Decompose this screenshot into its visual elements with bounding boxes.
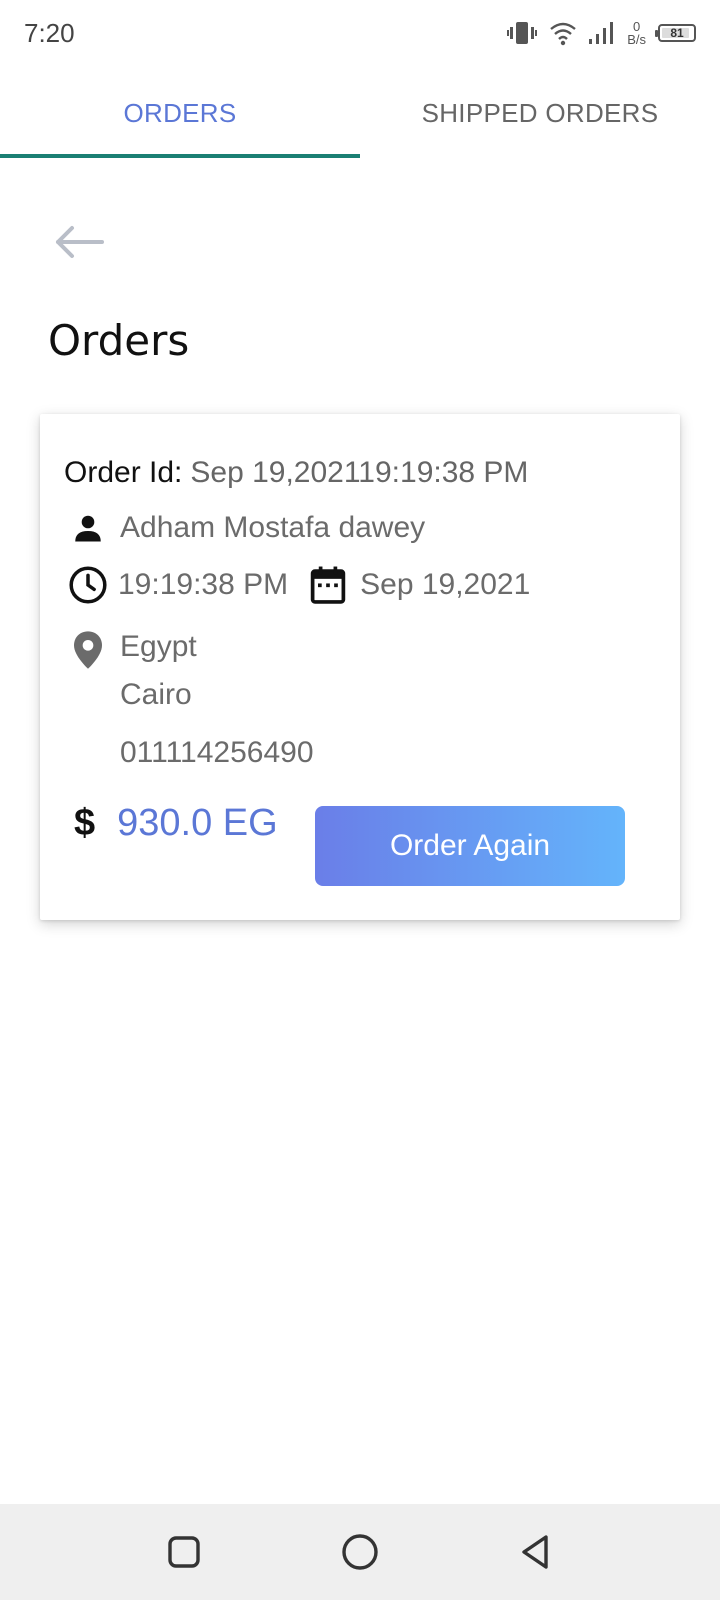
calendar-icon [308,565,348,605]
status-icons: 0 B/s 81 [507,16,696,50]
status-bar: 7:20 0 B/s 81 [0,0,720,66]
system-back-button[interactable] [516,1532,556,1572]
arrow-left-icon [56,226,104,258]
clock-icon [66,564,110,606]
location-row: Egypt [70,624,197,670]
order-id-value: Sep 19,202119:19:38 PM [190,456,529,489]
country: Egypt [120,630,197,663]
order-date: Sep 19,2021 [360,568,531,601]
home-button[interactable] [340,1532,380,1572]
phone-number: 011114256490 [120,736,314,769]
net-speed-unit: B/s [627,32,646,47]
wifi-icon [549,20,577,46]
battery-icon: 81 [655,24,696,42]
square-icon [168,1536,200,1568]
dollar-icon: $ [74,802,96,844]
net-speed: 0 B/s [627,20,646,46]
tab-indicator [0,154,360,158]
phone-row: 011114256490 [120,736,314,770]
page-title: Orders [48,316,190,365]
status-time: 7:20 [24,18,75,48]
order-time: 19:19:38 PM [118,568,289,601]
tab-bar: ORDERS SHIPPED ORDERS [0,66,720,160]
customer-row: Adham Mostafa dawey [68,510,425,546]
order-id-label: Order Id: [64,456,183,489]
order-id-row: Order Id: Sep 19,202119:19:38 PM [64,456,528,490]
order-price: 930.0 EG [117,802,278,844]
triangle-back-icon [522,1535,548,1569]
person-icon [68,510,108,546]
tab-shipped-orders[interactable]: SHIPPED ORDERS [360,66,720,160]
vibrate-icon [507,20,538,46]
system-nav-bar [0,1504,720,1600]
order-again-button[interactable]: Order Again [315,806,625,886]
circle-icon [342,1534,378,1570]
location-pin-icon [70,624,106,670]
recent-apps-button[interactable] [164,1532,204,1572]
city: Cairo [120,678,192,711]
datetime-row: 19:19:38 PM Sep 19,2021 [66,564,530,606]
city-row: Cairo [120,678,192,712]
price-row: $ 930.0 EG [74,802,278,845]
signal-icon [589,21,615,45]
battery-level: 81 [670,26,684,40]
customer-name: Adham Mostafa dawey [120,511,426,544]
back-button[interactable] [52,222,106,262]
tab-orders[interactable]: ORDERS [0,66,360,160]
order-card: Order Id: Sep 19,202119:19:38 PM Adham M… [40,414,680,920]
